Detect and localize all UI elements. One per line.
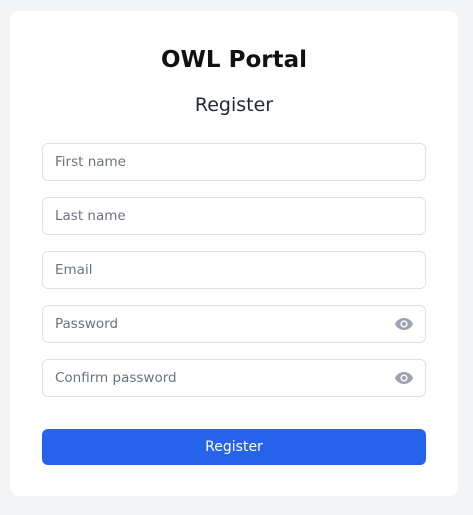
first-name-input[interactable] (43, 144, 425, 180)
page-subtitle: Register (194, 94, 274, 116)
last-name-input[interactable] (43, 198, 425, 234)
eye-icon[interactable] (394, 370, 414, 386)
register-card: OWL Portal Register Register (10, 11, 458, 496)
app-title: OWL Portal (161, 47, 307, 73)
last-name-field (42, 197, 426, 235)
confirm-password-field (42, 359, 426, 397)
first-name-field (42, 143, 426, 181)
email-input[interactable] (43, 252, 425, 288)
email-field (42, 251, 426, 289)
password-field (42, 305, 426, 343)
confirm-password-input[interactable] (43, 360, 425, 396)
register-button[interactable]: Register (42, 429, 426, 465)
password-input[interactable] (43, 306, 425, 342)
eye-icon[interactable] (394, 316, 414, 332)
